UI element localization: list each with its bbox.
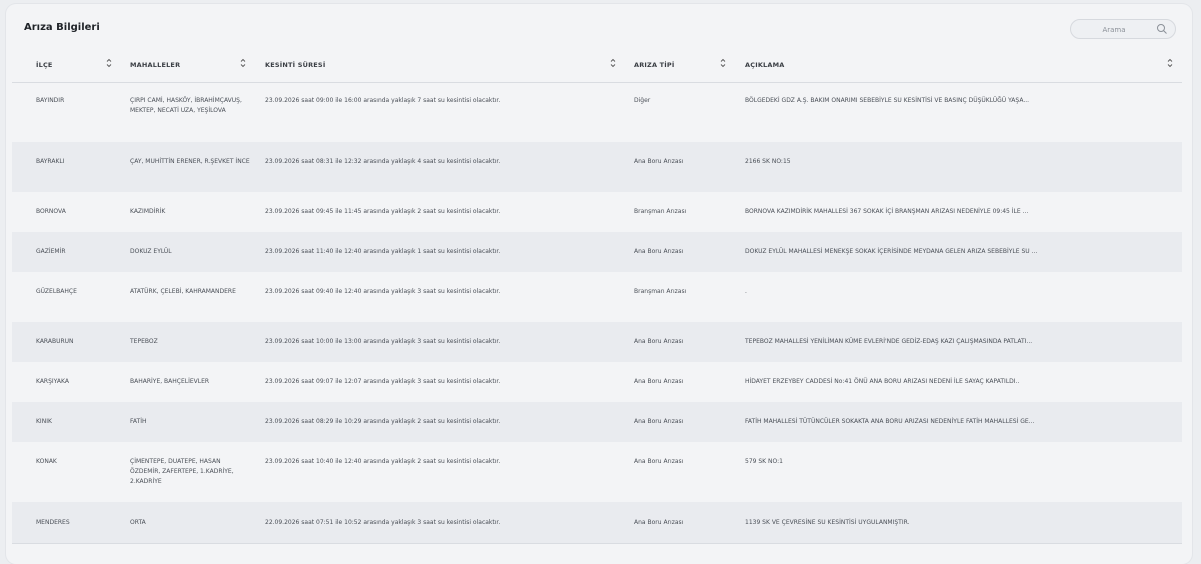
cell-kesinti-suresi: 23.09.2026 saat 11:40 ile 12:40 arasında… <box>265 248 501 255</box>
cell-ariza-tipi: Ana Boru Arızası <box>634 338 684 345</box>
cell-ariza-tipi: Ana Boru Arızası <box>634 519 684 526</box>
sort-icon[interactable] <box>719 57 727 69</box>
column-header-ilce[interactable]: İLÇE <box>36 61 53 69</box>
sort-icon[interactable] <box>1166 57 1174 69</box>
cell-ilce: KARABURUN <box>36 338 74 345</box>
sort-icon[interactable] <box>609 57 617 69</box>
cell-mahalleler: ÇIRPI CAMİ, HASKÖY, İBRAHİMÇAVUŞ, MEKTEP… <box>130 97 242 114</box>
cell-mahalleler: ÇAY, MUHİTTİN ERENER, R.ŞEVKET İNCE <box>130 158 250 165</box>
cell-mahalleler: FATİH <box>130 418 147 425</box>
column-header-kesinti-suresi[interactable]: KESİNTİ SÜRESİ <box>265 61 325 69</box>
cell-ilce: BAYINDIR <box>36 97 65 104</box>
table-row[interactable]: MENDERES ORTA 22.09.2026 saat 07:51 ile … <box>12 502 1182 543</box>
cell-kesinti-suresi: 23.09.2026 saat 09:40 ile 12:40 arasında… <box>265 288 501 295</box>
cell-mahalleler: ATATÜRK, ÇELEBİ, KAHRAMANDERE <box>130 288 236 295</box>
column-header-mahalleler[interactable]: MAHALLELER <box>130 61 180 69</box>
cell-aciklama: FATİH MAHALLESİ TÜTÜNCÜLER SOKAKTA ANA B… <box>745 418 1035 425</box>
table-header: İLÇE MAHALLELER KESİNTİ SÜRESİ ARIZA TİP… <box>12 44 1182 83</box>
cell-mahalleler: BAHARİYE, BAHÇELİEVLER <box>130 378 210 385</box>
page-title: Arıza Bilgileri <box>24 22 100 33</box>
table-row[interactable]: GÜZELBAHÇE ATATÜRK, ÇELEBİ, KAHRAMANDERE… <box>12 272 1182 322</box>
column-header-aciklama[interactable]: AÇIKLAMA <box>745 61 785 69</box>
table-row[interactable]: BAYINDIR ÇIRPI CAMİ, HASKÖY, İBRAHİMÇAVU… <box>12 83 1182 142</box>
cell-ariza-tipi: Branşman Arızası <box>634 208 687 215</box>
search-box[interactable] <box>1070 19 1176 39</box>
cell-kesinti-suresi: 23.09.2026 saat 09:00 ile 16:00 arasında… <box>265 97 501 104</box>
cell-ilce: BORNOVA <box>36 208 66 215</box>
column-header-ariza-tipi[interactable]: ARIZA TİPİ <box>634 61 675 69</box>
cell-ilce: KARŞIYAKA <box>36 378 69 385</box>
cell-ilce: BAYRAKLI <box>36 158 65 165</box>
cell-ilce: MENDERES <box>36 519 70 526</box>
cell-ariza-tipi: Ana Boru Arızası <box>634 378 684 385</box>
cell-mahalleler: KAZIMDİRİK <box>130 208 166 215</box>
cell-aciklama: BÖLGEDEKİ GDZ A.Ş. BAKIM ONARIMI SEBEBİY… <box>745 97 1030 104</box>
cell-kesinti-suresi: 23.09.2026 saat 09:45 ile 11:45 arasında… <box>265 208 501 215</box>
cell-ariza-tipi: Branşman Arızası <box>634 288 687 295</box>
cell-aciklama: HİDAYET ERZEYBEY CADDESİ No:41 ÖNÜ ANA B… <box>745 378 1020 385</box>
table-row[interactable]: KONAK ÇİMENTEPE, DUATEPE, HASAN ÖZDEMİR,… <box>12 442 1182 502</box>
cell-ariza-tipi: Ana Boru Arızası <box>634 248 684 255</box>
cell-kesinti-suresi: 23.09.2026 saat 10:40 ile 12:40 arasında… <box>265 458 501 465</box>
table-bottom-divider <box>12 543 1182 544</box>
table-row[interactable]: BAYRAKLI ÇAY, MUHİTTİN ERENER, R.ŞEVKET … <box>12 142 1182 192</box>
cell-ilce: GAZİEMİR <box>36 248 66 255</box>
search-input[interactable] <box>1077 22 1151 38</box>
cell-ilce: KONAK <box>36 458 57 465</box>
cell-aciklama: DOKUZ EYLÜL MAHALLESİ MENEKŞE SOKAK İÇER… <box>745 248 1038 255</box>
table-row[interactable]: KINIK FATİH 23.09.2026 saat 08:29 ile 10… <box>12 402 1182 442</box>
cell-kesinti-suresi: 23.09.2026 saat 08:31 ile 12:32 arasında… <box>265 158 501 165</box>
table-row[interactable]: GAZİEMİR DOKUZ EYLÜL 23.09.2026 saat 11:… <box>12 232 1182 272</box>
cell-ariza-tipi: Ana Boru Arızası <box>634 158 684 165</box>
cell-ariza-tipi: Ana Boru Arızası <box>634 458 684 465</box>
cell-ariza-tipi: Ana Boru Arızası <box>634 418 684 425</box>
cell-ariza-tipi: Diğer <box>634 97 651 104</box>
search-icon[interactable] <box>1156 23 1168 35</box>
cell-mahalleler: TEPEBOZ <box>130 338 158 345</box>
sort-icon[interactable] <box>105 57 113 69</box>
cell-kesinti-suresi: 23.09.2026 saat 09:07 ile 12:07 arasında… <box>265 378 501 385</box>
fault-info-card: Arıza Bilgileri İLÇE MAHALLELER KESİNTİ … <box>6 4 1192 564</box>
cell-aciklama: BORNOVA KAZIMDİRİK MAHALLESİ 367 SOKAK İ… <box>745 208 1029 215</box>
cell-ilce: GÜZELBAHÇE <box>36 288 77 295</box>
table-row[interactable]: KARŞIYAKA BAHARİYE, BAHÇELİEVLER 23.09.2… <box>12 362 1182 402</box>
cell-aciklama: . <box>745 288 747 295</box>
table-row[interactable]: KARABURUN TEPEBOZ 23.09.2026 saat 10:00 … <box>12 322 1182 362</box>
cell-aciklama: 1139 SK VE ÇEVRESİNE SU KESİNTİSİ UYGULA… <box>745 519 910 526</box>
table-row[interactable]: BORNOVA KAZIMDİRİK 23.09.2026 saat 09:45… <box>12 192 1182 232</box>
cell-mahalleler: DOKUZ EYLÜL <box>130 248 172 255</box>
cell-ilce: KINIK <box>36 418 52 425</box>
cell-mahalleler: ORTA <box>130 519 146 526</box>
sort-icon[interactable] <box>239 57 247 69</box>
cell-aciklama: TEPEBOZ MAHALLESİ YENİLİMAN KÜME EVLERİ'… <box>745 338 1033 345</box>
cell-aciklama: 2166 SK NO:15 <box>745 158 791 165</box>
cell-kesinti-suresi: 23.09.2026 saat 08:29 ile 10:29 arasında… <box>265 418 501 425</box>
cell-aciklama: 579 SK NO:1 <box>745 458 783 465</box>
cell-mahalleler: ÇİMENTEPE, DUATEPE, HASAN ÖZDEMİR, ZAFER… <box>130 458 234 485</box>
cell-kesinti-suresi: 23.09.2026 saat 10:00 ile 13:00 arasında… <box>265 338 501 345</box>
cell-kesinti-suresi: 22.09.2026 saat 07:51 ile 10:52 arasında… <box>265 519 501 526</box>
